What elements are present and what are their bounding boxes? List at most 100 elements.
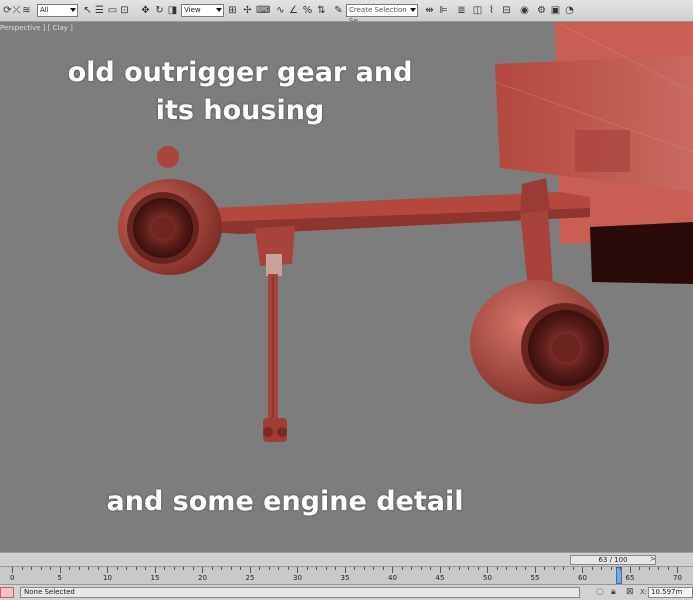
reference-coord-dropdown[interactable]: View xyxy=(181,4,224,17)
keyboard-shortcut-icon[interactable]: ⌨ xyxy=(256,4,270,17)
chevron-down-icon xyxy=(410,8,416,12)
ruler-tick xyxy=(601,567,602,570)
graphite-tools-icon[interactable]: ◫ xyxy=(471,4,484,17)
frame-readout: 63 / 100 xyxy=(598,556,628,564)
ruler-tick xyxy=(50,567,51,570)
isolate-selection-icon[interactable]: ◌ xyxy=(596,587,604,598)
ruler-tick xyxy=(325,567,327,570)
ruler-label: 55 xyxy=(530,574,540,582)
viewport-label[interactable]: Perspective ] [ Clay ] xyxy=(0,24,73,32)
ruler-tick xyxy=(525,567,526,570)
ruler-tick xyxy=(563,567,564,570)
schematic-view-icon[interactable]: ⊟ xyxy=(500,4,513,17)
ruler-tick xyxy=(259,567,260,570)
rendered-frame-icon[interactable]: ▣ xyxy=(549,4,562,17)
selection-filter-dropdown[interactable]: All xyxy=(37,4,78,17)
maxscript-listener-button[interactable] xyxy=(0,587,14,598)
ruler-tick xyxy=(21,567,23,570)
select-manipulate-icon[interactable]: ✢ xyxy=(241,4,254,17)
scale-icon[interactable]: ◨ xyxy=(166,4,179,17)
ruler-tick xyxy=(506,567,507,570)
pivot-center-icon[interactable]: ⊞ xyxy=(226,4,239,17)
ruler-label: 0 xyxy=(10,574,15,582)
ruler-tick xyxy=(59,567,61,573)
caption-top-line1: old outrigger gear and xyxy=(67,57,413,88)
ruler-tick xyxy=(287,567,289,570)
reference-coord-value: View xyxy=(184,6,201,14)
mirror-icon[interactable]: ⇹ xyxy=(423,4,436,17)
ruler-label: 70 xyxy=(673,574,682,582)
ruler-tick xyxy=(278,567,279,570)
time-slider[interactable]: 63 / 100 xyxy=(570,555,656,565)
ruler-tick xyxy=(392,567,393,573)
ruler-tick xyxy=(449,567,450,570)
ruler-tick xyxy=(202,567,203,573)
curve-editor-icon[interactable]: ⌇ xyxy=(485,4,498,17)
ruler-tick xyxy=(534,567,536,573)
chevron-down-icon xyxy=(70,8,76,12)
ruler-label: 20 xyxy=(198,574,207,582)
ruler-tick xyxy=(116,567,118,570)
ruler-tick xyxy=(582,567,583,573)
ruler-label: 60 xyxy=(578,574,587,582)
ruler-tick xyxy=(373,567,374,570)
window-crossing-icon[interactable]: ⊡ xyxy=(118,4,131,17)
layer-manager-icon[interactable]: ≣ xyxy=(455,4,468,17)
rotate-icon[interactable]: ↻ xyxy=(153,4,166,17)
angle-snap-icon[interactable]: ∠ xyxy=(287,4,300,17)
ruler-tick xyxy=(69,567,70,570)
ruler-tick xyxy=(496,567,498,570)
ruler-tick xyxy=(306,567,308,570)
ruler-tick xyxy=(135,567,137,570)
ruler-tick xyxy=(173,567,175,570)
ruler-tick xyxy=(401,567,403,570)
status-bar: None Selected ◌ 🔒︎ ⊠ X: 10.597m xyxy=(0,584,693,600)
selection-lock-icon[interactable]: 🔒︎ xyxy=(611,587,616,598)
bind-space-warp-icon[interactable]: ≋ xyxy=(20,4,33,17)
percent-snap-icon[interactable]: % xyxy=(301,4,314,17)
transform-mode-icon[interactable]: ⊠ xyxy=(626,587,634,598)
ruler-tick xyxy=(439,567,441,573)
spinner-snap-icon[interactable]: ⇅ xyxy=(315,4,328,17)
ruler-tick xyxy=(145,567,146,570)
ruler-label: 15 xyxy=(150,574,160,582)
perspective-viewport[interactable]: Perspective ] [ Clay ] old outrigger gea… xyxy=(0,22,693,552)
ruler-tick xyxy=(639,567,640,570)
render-setup-icon[interactable]: ⚙ xyxy=(535,4,548,17)
current-frame-marker[interactable] xyxy=(616,567,622,584)
ruler-tick xyxy=(230,567,232,570)
x-coord-field[interactable]: 10.597m xyxy=(648,587,693,598)
track-bar[interactable]: 0 5 10 15 20 25 30 35 40 45 50 55 60 65 70 xyxy=(0,566,693,584)
ruler-tick xyxy=(240,567,241,570)
move-icon[interactable]: ✥ xyxy=(139,4,152,17)
ruler-tick xyxy=(411,567,412,570)
time-slider-next-button[interactable]: > xyxy=(650,555,656,563)
ruler-tick xyxy=(572,567,574,570)
ruler-tick xyxy=(211,567,213,570)
named-selection-dropdown[interactable]: Create Selection Se xyxy=(346,4,418,25)
ruler-label: 5 xyxy=(57,574,62,582)
align-icon[interactable]: ⊫ xyxy=(437,4,450,17)
material-editor-icon[interactable]: ◉ xyxy=(518,4,531,17)
main-toolbar: ⟳ ⤫ ≋ All ↖ ☰ ▭ ⊡ ✥ ↻ ◨ View ⊞ ✢ ⌨ ∿ ∠ %… xyxy=(0,0,693,25)
ruler-tick xyxy=(31,567,32,570)
ruler-tick xyxy=(610,567,612,570)
ruler-tick xyxy=(126,567,127,570)
select-by-name-icon[interactable]: ☰ xyxy=(93,4,106,17)
selection-status: None Selected xyxy=(20,587,580,598)
caption-top-line2: its housing xyxy=(155,95,325,126)
render-icon[interactable]: ◔ xyxy=(563,4,576,17)
ruler-label: 10 xyxy=(103,574,112,582)
snap-toggle-icon[interactable]: ∿ xyxy=(274,4,287,17)
edit-named-selection-icon[interactable]: ✎ xyxy=(332,4,345,17)
ruler-tick xyxy=(515,567,517,570)
caption-top: old outrigger gear and its housing xyxy=(60,54,420,130)
x-coord-label: X: xyxy=(640,588,648,596)
ruler-tick xyxy=(544,567,545,570)
ruler-label: 65 xyxy=(625,574,635,582)
ruler-label: 35 xyxy=(340,574,350,582)
ruler-tick xyxy=(420,567,422,570)
ruler-tick xyxy=(477,567,479,570)
ruler-label: 40 xyxy=(388,574,397,582)
ruler-tick xyxy=(677,567,678,573)
